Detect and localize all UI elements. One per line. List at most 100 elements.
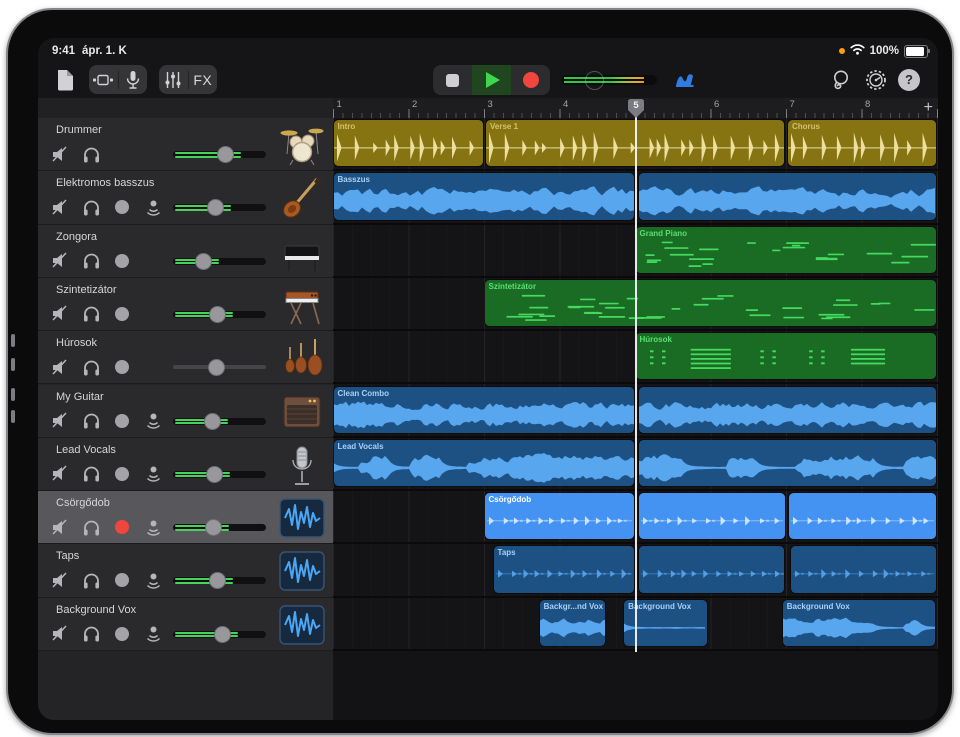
slider-knob[interactable] (208, 359, 225, 376)
slider-knob[interactable] (195, 253, 212, 270)
record-enable-button[interactable] (110, 409, 134, 433)
track-header-6[interactable]: My Guitar (38, 385, 333, 438)
apple-loops-icon[interactable] (672, 67, 698, 93)
slider-knob[interactable] (206, 466, 223, 483)
region-taps[interactable] (791, 546, 936, 592)
solo-headphones-button[interactable] (79, 462, 103, 486)
region-my-guitar[interactable] (639, 387, 936, 433)
region-basszus[interactable]: Basszus (334, 173, 634, 219)
string-section-icon[interactable] (279, 336, 325, 380)
input-monitor-button[interactable] (141, 515, 165, 539)
region-grand-piano[interactable]: Grand Piano (636, 227, 936, 273)
audio-waveform-icon[interactable] (279, 603, 325, 647)
track-header-8[interactable]: Csörgődob (38, 491, 333, 544)
region-h-rosok[interactable]: Húrosok (636, 333, 936, 379)
track-volume-slider[interactable] (173, 146, 266, 162)
solo-headphones-button[interactable] (79, 409, 103, 433)
play-button[interactable] (472, 65, 511, 95)
region-lead-vocals[interactable] (639, 440, 936, 486)
tracks-view-icon[interactable] (89, 65, 118, 94)
add-section-button[interactable]: + (924, 98, 933, 118)
stop-button[interactable] (433, 65, 472, 95)
record-enable-button[interactable] (110, 249, 134, 273)
drum-kit-icon[interactable] (279, 123, 325, 167)
track-volume-slider[interactable] (173, 413, 266, 429)
audio-waveform-icon[interactable] (279, 549, 325, 593)
region-taps[interactable] (639, 546, 784, 592)
track-volume-slider[interactable] (173, 359, 266, 375)
solo-headphones-button[interactable] (79, 515, 103, 539)
slider-knob[interactable] (209, 306, 226, 323)
track-header-9[interactable]: Taps (38, 544, 333, 597)
help-button[interactable]: ? (896, 67, 922, 93)
mute-button[interactable] (48, 195, 72, 219)
region-background-vox[interactable]: Background Vox (783, 600, 936, 646)
record-enable-button[interactable] (110, 515, 134, 539)
slider-knob[interactable] (204, 413, 221, 430)
slider-knob[interactable] (207, 199, 224, 216)
track-controls-icon[interactable] (159, 65, 188, 94)
mute-button[interactable] (48, 568, 72, 592)
track-header-4[interactable]: Szintetizátor (38, 278, 333, 331)
region-background-vox[interactable]: Background Vox (624, 600, 707, 646)
track-header-3[interactable]: Zongora (38, 225, 333, 278)
slider-knob[interactable] (205, 519, 222, 536)
studio-mic-icon[interactable] (279, 443, 325, 487)
region-cs-rg-dob[interactable]: Csörgődob (485, 493, 634, 539)
synth-keyboard-icon[interactable] (279, 283, 325, 327)
record-enable-button[interactable] (110, 568, 134, 592)
track-volume-slider[interactable] (173, 306, 266, 322)
region-cs-rg-dob[interactable] (639, 493, 785, 539)
record-enable-button[interactable] (110, 302, 134, 326)
region-backgr-nd-vox[interactable]: Backgr...nd Vox (540, 600, 606, 646)
guitar-amp-icon[interactable] (279, 390, 325, 434)
solo-headphones-button[interactable] (79, 622, 103, 646)
region-chorus[interactable]: Chorus (788, 120, 936, 166)
grand-piano-icon[interactable] (279, 230, 325, 274)
region-intro[interactable]: Intro (334, 120, 483, 166)
mic-icon[interactable] (119, 65, 148, 94)
bass-guitar-icon[interactable] (279, 176, 325, 220)
record-enable-button[interactable] (110, 355, 134, 379)
track-header-2[interactable]: Elektromos basszus (38, 171, 333, 224)
track-header-7[interactable]: Lead Vocals (38, 438, 333, 491)
volume-knob[interactable] (585, 71, 604, 90)
region-elektromos-basszus[interactable] (639, 173, 936, 219)
mute-button[interactable] (48, 409, 72, 433)
input-monitor-button[interactable] (141, 195, 165, 219)
fx-button[interactable]: FX (189, 65, 218, 94)
input-monitor-button[interactable] (141, 409, 165, 433)
slider-knob[interactable] (217, 146, 234, 163)
track-header-10[interactable]: Background Vox (38, 598, 333, 651)
mute-button[interactable] (48, 142, 72, 166)
solo-headphones-button[interactable] (79, 249, 103, 273)
region-taps[interactable]: Taps (494, 546, 634, 592)
mute-button[interactable] (48, 622, 72, 646)
mute-button[interactable] (48, 462, 72, 486)
slider-knob[interactable] (214, 626, 231, 643)
solo-headphones-button[interactable] (79, 355, 103, 379)
mute-button[interactable] (48, 355, 72, 379)
track-volume-slider[interactable] (173, 572, 266, 588)
settings-icon[interactable] (863, 67, 889, 93)
region-clean-combo[interactable]: Clean Combo (334, 387, 634, 433)
track-volume-slider[interactable] (173, 253, 266, 269)
track-volume-slider[interactable] (173, 626, 266, 642)
record-enable-button[interactable] (110, 622, 134, 646)
loop-browser-icon[interactable] (828, 67, 854, 93)
input-monitor-button[interactable] (141, 462, 165, 486)
document-icon[interactable] (52, 67, 78, 93)
region-szintetiz-tor[interactable]: Szintetizátor (485, 280, 936, 326)
record-enable-button[interactable] (110, 462, 134, 486)
input-monitor-button[interactable] (141, 568, 165, 592)
solo-headphones-button[interactable] (79, 568, 103, 592)
mute-button[interactable] (48, 249, 72, 273)
region-lead-vocals[interactable]: Lead Vocals (334, 440, 634, 486)
mute-button[interactable] (48, 515, 72, 539)
solo-headphones-button[interactable] (79, 142, 103, 166)
solo-headphones-button[interactable] (79, 195, 103, 219)
slider-knob[interactable] (209, 572, 226, 589)
record-enable-button[interactable] (110, 195, 134, 219)
solo-headphones-button[interactable] (79, 302, 103, 326)
track-volume-slider[interactable] (173, 466, 266, 482)
